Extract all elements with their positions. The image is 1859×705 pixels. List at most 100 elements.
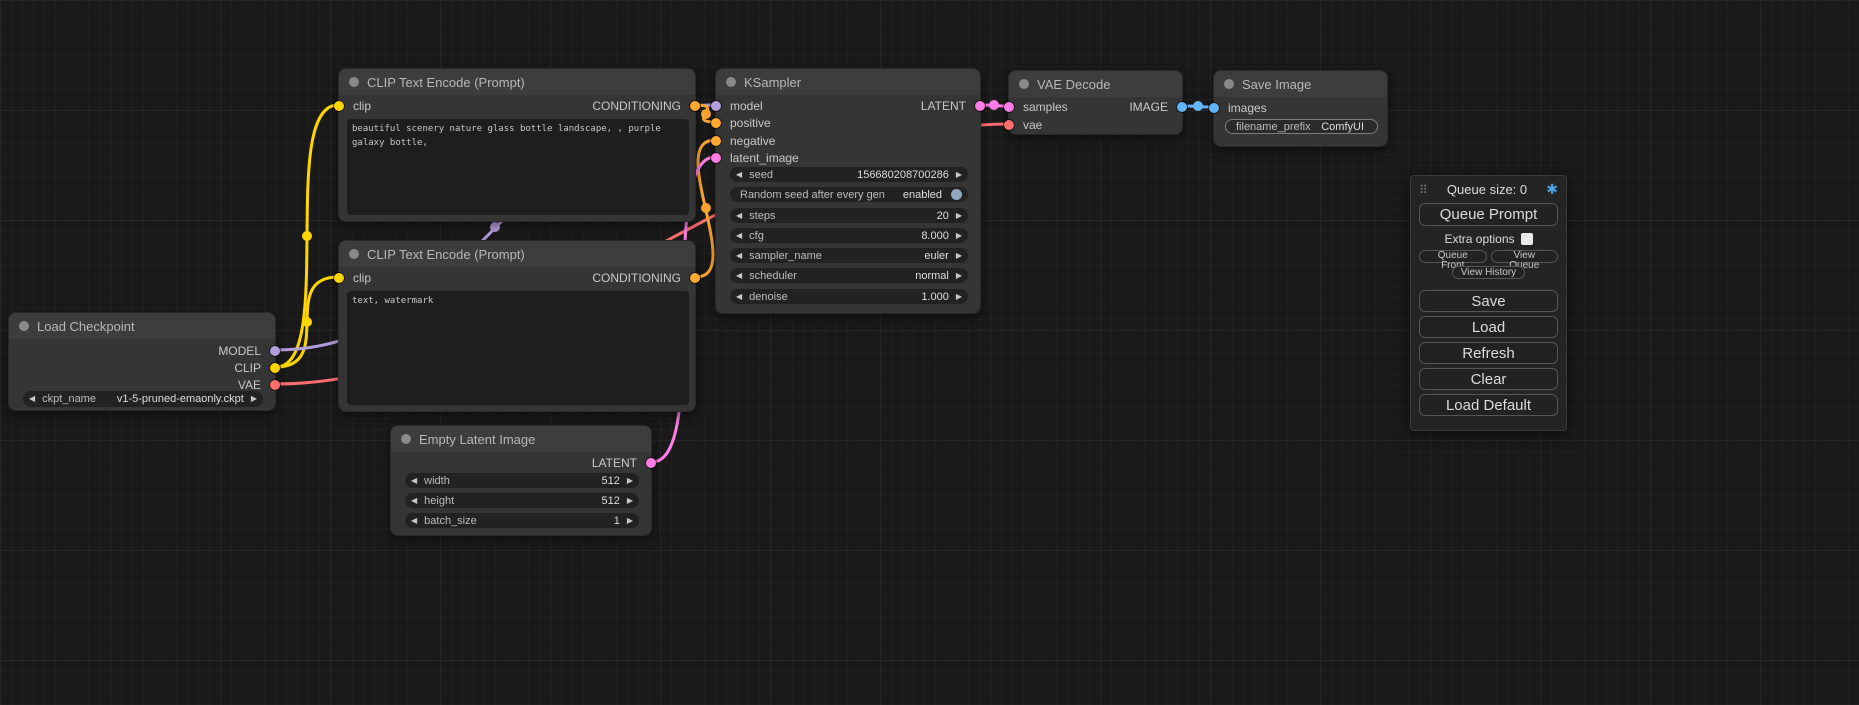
decrement-arrow-icon[interactable]: ◀ bbox=[411, 477, 417, 485]
decrement-arrow-icon[interactable]: ◀ bbox=[736, 212, 742, 220]
output-label-conditioning: CONDITIONING bbox=[592, 271, 681, 285]
node-title-bar[interactable]: KSampler bbox=[716, 69, 980, 95]
input-slot-latent-image[interactable] bbox=[711, 153, 721, 163]
view-history-button[interactable]: View History bbox=[1452, 266, 1525, 279]
clear-button[interactable]: Clear bbox=[1419, 368, 1558, 390]
collapse-dot[interactable] bbox=[349, 77, 359, 87]
input-slot-clip[interactable] bbox=[334, 273, 344, 283]
widget-cfg[interactable]: ◀ cfg 8.000 ▶ bbox=[730, 228, 968, 243]
widget-label: filename_prefix bbox=[1236, 121, 1311, 133]
increment-arrow-icon[interactable]: ▶ bbox=[956, 293, 962, 301]
decrement-arrow-icon[interactable]: ◀ bbox=[736, 293, 742, 301]
decrement-arrow-icon[interactable]: ◀ bbox=[736, 171, 742, 179]
save-button[interactable]: Save bbox=[1419, 290, 1558, 312]
increment-arrow-icon[interactable]: ▶ bbox=[956, 171, 962, 179]
node-title-bar[interactable]: Save Image bbox=[1214, 71, 1387, 97]
input-slot-images[interactable] bbox=[1209, 103, 1219, 113]
widget-ckpt-name[interactable]: ◀ ckpt_name v1-5-pruned-emaonly.ckpt ▶ bbox=[23, 391, 263, 407]
queue-prompt-button[interactable]: Queue Prompt bbox=[1419, 203, 1558, 226]
widget-scheduler[interactable]: ◀ scheduler normal ▶ bbox=[730, 268, 968, 283]
extra-options-checkbox[interactable] bbox=[1521, 233, 1533, 245]
output-slot-vae[interactable] bbox=[270, 380, 280, 390]
widget-width[interactable]: ◀ width 512 ▶ bbox=[405, 473, 639, 488]
increment-arrow-icon[interactable]: ▶ bbox=[627, 517, 633, 525]
view-queue-button[interactable]: View Queue bbox=[1491, 250, 1559, 263]
node-load-checkpoint[interactable]: Load Checkpoint MODEL CLIP VAE ◀ ckpt_na… bbox=[8, 312, 276, 411]
node-save-image[interactable]: Save Image images filename_prefix ComfyU… bbox=[1213, 70, 1388, 147]
input-slot-samples[interactable] bbox=[1004, 102, 1014, 112]
increment-arrow-icon[interactable]: ▶ bbox=[956, 252, 962, 260]
decrement-arrow-icon[interactable]: ◀ bbox=[411, 497, 417, 505]
widget-sampler-name[interactable]: ◀ sampler_name euler ▶ bbox=[730, 248, 968, 263]
drag-handle-icon[interactable]: ⠿ bbox=[1419, 183, 1428, 197]
node-clip-text-encode-negative[interactable]: CLIP Text Encode (Prompt) clip CONDITION… bbox=[338, 240, 696, 412]
input-slot-clip[interactable] bbox=[334, 101, 344, 111]
node-title-bar[interactable]: CLIP Text Encode (Prompt) bbox=[339, 69, 695, 95]
input-label-clip: clip bbox=[353, 271, 371, 285]
node-title-bar[interactable]: CLIP Text Encode (Prompt) bbox=[339, 241, 695, 267]
node-clip-text-encode-positive[interactable]: CLIP Text Encode (Prompt) clip CONDITION… bbox=[338, 68, 696, 222]
input-label-latent-image: latent_image bbox=[730, 151, 799, 165]
widget-label: sampler_name bbox=[749, 250, 822, 262]
increment-arrow-icon[interactable]: ▶ bbox=[627, 477, 633, 485]
queue-size-label: Queue size: 0 bbox=[1447, 182, 1527, 197]
toggle-dot[interactable] bbox=[951, 189, 962, 200]
node-title-bar[interactable]: VAE Decode bbox=[1009, 71, 1182, 97]
collapse-dot[interactable] bbox=[1019, 79, 1029, 89]
output-slot-conditioning[interactable] bbox=[690, 273, 700, 283]
output-slot-latent[interactable] bbox=[975, 101, 985, 111]
widget-denoise[interactable]: ◀ denoise 1.000 ▶ bbox=[730, 289, 968, 304]
increment-arrow-icon[interactable]: ▶ bbox=[956, 232, 962, 240]
widget-steps[interactable]: ◀ steps 20 ▶ bbox=[730, 208, 968, 223]
node-empty-latent-image[interactable]: Empty Latent Image LATENT ◀ width 512 ▶ … bbox=[390, 425, 652, 536]
collapse-dot[interactable] bbox=[1224, 79, 1234, 89]
output-slot-latent[interactable] bbox=[646, 458, 656, 468]
increment-arrow-icon[interactable]: ▶ bbox=[956, 272, 962, 280]
node-vae-decode[interactable]: VAE Decode samples vae IMAGE bbox=[1008, 70, 1183, 135]
node-title: KSampler bbox=[744, 75, 801, 90]
decrement-arrow-icon[interactable]: ◀ bbox=[29, 395, 35, 403]
input-slot-model[interactable] bbox=[711, 101, 721, 111]
increment-arrow-icon[interactable]: ▶ bbox=[956, 212, 962, 220]
settings-gear-icon[interactable]: ✱ bbox=[1546, 181, 1558, 198]
load-default-button[interactable]: Load Default bbox=[1419, 394, 1558, 416]
decrement-arrow-icon[interactable]: ◀ bbox=[411, 517, 417, 525]
input-slot-vae[interactable] bbox=[1004, 120, 1014, 130]
widget-value: normal bbox=[915, 270, 949, 282]
widget-value: ComfyUI bbox=[1321, 121, 1364, 133]
increment-arrow-icon[interactable]: ▶ bbox=[251, 395, 257, 403]
widget-value: euler bbox=[924, 250, 948, 262]
widget-filename-prefix[interactable]: filename_prefix ComfyUI bbox=[1225, 119, 1378, 134]
node-ksampler[interactable]: KSampler model positive negative latent_… bbox=[715, 68, 981, 314]
widget-batch-size[interactable]: ◀ batch_size 1 ▶ bbox=[405, 513, 639, 528]
widget-value: 1.000 bbox=[921, 291, 949, 303]
collapse-dot[interactable] bbox=[19, 321, 29, 331]
increment-arrow-icon[interactable]: ▶ bbox=[627, 497, 633, 505]
queue-front-button[interactable]: Queue Front bbox=[1419, 250, 1487, 263]
link-midpoint-dot bbox=[701, 109, 711, 119]
queue-buttons-row: Queue Front View Queue bbox=[1419, 250, 1558, 263]
decrement-arrow-icon[interactable]: ◀ bbox=[736, 232, 742, 240]
negative-prompt-textarea[interactable]: text, watermark bbox=[347, 291, 689, 405]
decrement-arrow-icon[interactable]: ◀ bbox=[736, 272, 742, 280]
node-title-bar[interactable]: Load Checkpoint bbox=[9, 313, 275, 339]
widget-height[interactable]: ◀ height 512 ▶ bbox=[405, 493, 639, 508]
positive-prompt-textarea[interactable]: beautiful scenery nature glass bottle la… bbox=[347, 119, 689, 215]
output-slot-image[interactable] bbox=[1177, 102, 1187, 112]
input-slot-negative[interactable] bbox=[711, 136, 721, 146]
node-title: CLIP Text Encode (Prompt) bbox=[367, 247, 525, 262]
decrement-arrow-icon[interactable]: ◀ bbox=[736, 252, 742, 260]
widget-seed[interactable]: ◀ seed 156680208700286 ▶ bbox=[730, 167, 968, 182]
output-slot-conditioning[interactable] bbox=[690, 101, 700, 111]
collapse-dot[interactable] bbox=[349, 249, 359, 259]
input-label-model: model bbox=[730, 99, 763, 113]
input-slot-positive[interactable] bbox=[711, 118, 721, 128]
collapse-dot[interactable] bbox=[726, 77, 736, 87]
load-button[interactable]: Load bbox=[1419, 316, 1558, 338]
output-slot-clip[interactable] bbox=[270, 363, 280, 373]
refresh-button[interactable]: Refresh bbox=[1419, 342, 1558, 364]
output-slot-model[interactable] bbox=[270, 346, 280, 356]
node-title-bar[interactable]: Empty Latent Image bbox=[391, 426, 651, 452]
collapse-dot[interactable] bbox=[401, 434, 411, 444]
widget-random-seed-toggle[interactable]: Random seed after every gen enabled bbox=[730, 187, 968, 202]
